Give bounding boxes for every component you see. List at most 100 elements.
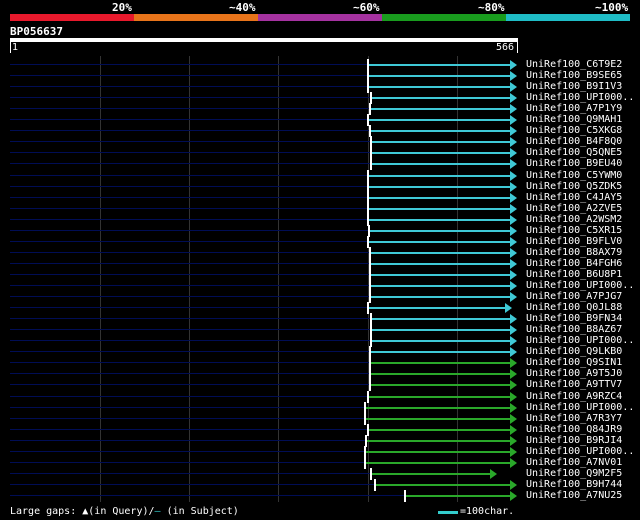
query-gap-text: (in Query)/ bbox=[88, 506, 155, 517]
row-background bbox=[10, 241, 367, 242]
hit-label[interactable]: UniRef100_UPI000.. bbox=[526, 335, 634, 346]
hit-bar[interactable] bbox=[371, 130, 511, 132]
hit-arrow-icon bbox=[510, 148, 517, 158]
hit-label[interactable]: UniRef100_Q9SIN1 bbox=[526, 357, 622, 368]
hit-label[interactable]: UniRef100_A7R3Y7 bbox=[526, 413, 622, 424]
hit-bar[interactable] bbox=[369, 75, 511, 77]
hit-label[interactable]: UniRef100_A7PJG7 bbox=[526, 291, 622, 302]
hit-label[interactable]: UniRef100_C6T9E2 bbox=[526, 59, 622, 70]
hit-bar[interactable] bbox=[369, 241, 511, 243]
hit-bar[interactable] bbox=[372, 329, 511, 331]
hit-label[interactable]: UniRef100_B4F8Q0 bbox=[526, 136, 622, 147]
hit-bar[interactable] bbox=[369, 186, 511, 188]
hit-label[interactable]: UniRef100_Q5QNE5 bbox=[526, 147, 622, 158]
hit-bar[interactable] bbox=[372, 340, 511, 342]
hit-label[interactable]: UniRef100_UPI000.. bbox=[526, 92, 634, 103]
hit-bar[interactable] bbox=[366, 418, 511, 420]
row-background bbox=[10, 462, 364, 463]
hit-label[interactable]: UniRef100_A9TTV7 bbox=[526, 379, 622, 390]
hit-bar[interactable] bbox=[369, 119, 511, 121]
hit-label[interactable]: UniRef100_A7NV01 bbox=[526, 457, 622, 468]
pct-label-60: ~60% bbox=[353, 1, 380, 14]
hit-bar[interactable] bbox=[369, 307, 506, 309]
hit-label[interactable]: UniRef100_Q9MAH1 bbox=[526, 114, 622, 125]
hit-bar[interactable] bbox=[371, 373, 511, 375]
hit-bar[interactable] bbox=[369, 197, 511, 199]
hit-label[interactable]: UniRef100_Q9M2F5 bbox=[526, 468, 622, 479]
hit-bar[interactable] bbox=[371, 351, 511, 353]
hit-label[interactable]: UniRef100_B8AX79 bbox=[526, 247, 622, 258]
hit-label[interactable]: UniRef100_Q0JL88 bbox=[526, 302, 622, 313]
hit-bar[interactable] bbox=[369, 208, 511, 210]
row-background bbox=[10, 75, 367, 76]
hit-label[interactable]: UniRef100_UPI000.. bbox=[526, 402, 634, 413]
hit-bar[interactable] bbox=[370, 230, 511, 232]
hit-label[interactable]: UniRef100_B9FLV0 bbox=[526, 236, 622, 247]
hit-bar[interactable] bbox=[369, 86, 511, 88]
hit-bar[interactable] bbox=[369, 396, 511, 398]
hit-label[interactable]: UniRef100_UPI000.. bbox=[526, 446, 634, 457]
hit-label[interactable]: UniRef100_A9RZC4 bbox=[526, 391, 622, 402]
hit-label[interactable]: UniRef100_UPI000.. bbox=[526, 280, 634, 291]
hit-label[interactable]: UniRef100_C5XKG8 bbox=[526, 125, 622, 136]
hit-bar[interactable] bbox=[372, 141, 511, 143]
hit-bar[interactable] bbox=[367, 440, 511, 442]
hit-label[interactable]: UniRef100_A2WSM2 bbox=[526, 214, 622, 225]
hit-bar[interactable] bbox=[371, 362, 511, 364]
row-background bbox=[10, 274, 369, 275]
hit-label[interactable]: UniRef100_A2ZVE5 bbox=[526, 203, 622, 214]
hit-label[interactable]: UniRef100_Q9LKB0 bbox=[526, 346, 622, 357]
hit-bar[interactable] bbox=[406, 495, 511, 497]
hit-label[interactable]: UniRef100_B9FN34 bbox=[526, 313, 622, 324]
hit-bar[interactable] bbox=[372, 318, 511, 320]
hit-arrow-icon bbox=[510, 137, 517, 147]
hit-label[interactable]: UniRef100_B8AZ67 bbox=[526, 324, 622, 335]
hit-bar[interactable] bbox=[371, 274, 511, 276]
hit-label[interactable]: UniRef100_B9SE65 bbox=[526, 70, 622, 81]
hit-bar[interactable] bbox=[366, 451, 511, 453]
hit-arrow-icon bbox=[510, 215, 517, 225]
hit-label[interactable]: UniRef100_A9T5J0 bbox=[526, 368, 622, 379]
hit-bar[interactable] bbox=[371, 285, 511, 287]
hit-bar[interactable] bbox=[372, 163, 511, 165]
hit-arrow-icon bbox=[510, 436, 517, 446]
hit-bar[interactable] bbox=[369, 175, 511, 177]
hit-label[interactable]: UniRef100_C5XR15 bbox=[526, 225, 622, 236]
row-background bbox=[10, 208, 367, 209]
hit-bar[interactable] bbox=[372, 97, 511, 99]
hit-label[interactable]: UniRef100_A7P1Y9 bbox=[526, 103, 622, 114]
gaps-prefix: Large gaps: bbox=[10, 506, 83, 517]
row-background bbox=[10, 252, 369, 253]
scale-bar bbox=[438, 511, 458, 514]
hit-bar[interactable] bbox=[369, 429, 511, 431]
hit-label[interactable]: UniRef100_C4JAY5 bbox=[526, 192, 622, 203]
hit-bar[interactable] bbox=[366, 407, 511, 409]
row-background bbox=[10, 296, 369, 297]
hit-label[interactable]: UniRef100_B4FGH6 bbox=[526, 258, 622, 269]
hit-arrow-icon bbox=[510, 226, 517, 236]
hit-bar[interactable] bbox=[366, 462, 511, 464]
hit-label[interactable]: UniRef100_B9RJI4 bbox=[526, 435, 622, 446]
hit-label[interactable]: UniRef100_Q5ZDK5 bbox=[526, 181, 622, 192]
hit-bar[interactable] bbox=[372, 152, 511, 154]
row-background bbox=[10, 351, 369, 352]
hit-label[interactable]: UniRef100_B6U8P1 bbox=[526, 269, 622, 280]
hit-label[interactable]: UniRef100_B9I1V3 bbox=[526, 81, 622, 92]
hit-bar[interactable] bbox=[371, 296, 511, 298]
row-background bbox=[10, 163, 370, 164]
identity-band-20 bbox=[10, 14, 134, 21]
hit-bar[interactable] bbox=[369, 219, 511, 221]
hit-label[interactable]: UniRef100_A7NU25 bbox=[526, 490, 622, 501]
hit-label[interactable]: UniRef100_Q84JR9 bbox=[526, 424, 622, 435]
hit-label[interactable]: UniRef100_B9H744 bbox=[526, 479, 622, 490]
hit-bar[interactable] bbox=[371, 252, 511, 254]
hit-bar[interactable] bbox=[376, 484, 511, 486]
hit-bar[interactable] bbox=[369, 64, 511, 66]
hit-label[interactable]: UniRef100_C5YWM0 bbox=[526, 170, 622, 181]
hit-bar[interactable] bbox=[372, 473, 491, 475]
hit-bar[interactable] bbox=[371, 384, 511, 386]
hit-label[interactable]: UniRef100_B9EU40 bbox=[526, 158, 622, 169]
hit-bar[interactable] bbox=[371, 263, 511, 265]
hit-bar[interactable] bbox=[371, 108, 511, 110]
pct-label-20: 20% bbox=[112, 1, 132, 14]
